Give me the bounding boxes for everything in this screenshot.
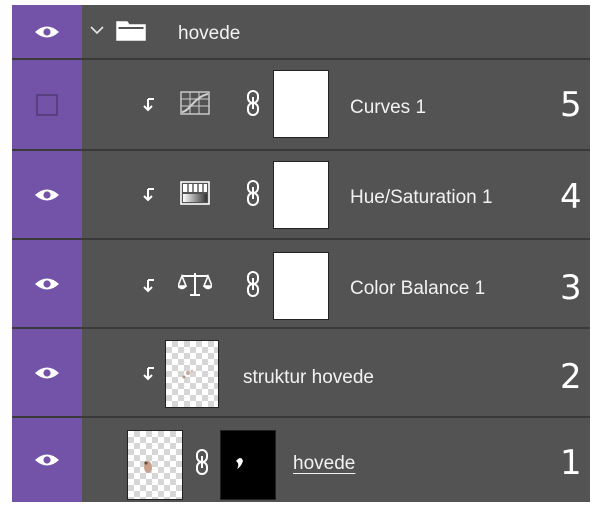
layer-mask-thumbnail[interactable] <box>220 430 276 500</box>
visibility-toggle-hovede[interactable] <box>12 418 82 502</box>
link-icon <box>247 90 259 116</box>
layer-name: struktur hovede <box>243 367 374 388</box>
layer-number: 1 <box>560 443 582 483</box>
layer-name: Curves 1 <box>350 97 427 118</box>
layer-row-hue-saturation[interactable]: Hue/Saturation 1 4 <box>12 149 590 238</box>
clip-arrow-icon <box>143 279 154 293</box>
layer-number: 3 <box>560 268 582 308</box>
layer-mask-thumbnail[interactable] <box>273 252 329 320</box>
layer-group-row[interactable]: hovede <box>12 5 590 58</box>
clip-arrow-icon <box>143 98 154 112</box>
chevron-down-icon[interactable] <box>89 22 105 38</box>
layer-mask-thumbnail[interactable] <box>273 70 329 138</box>
layer-number: 4 <box>560 177 582 217</box>
layer-name: hovede <box>293 453 356 474</box>
eye-icon <box>35 454 59 466</box>
group-visibility-toggle[interactable] <box>12 5 82 58</box>
layer-row-struktur-hovede[interactable]: struktur hovede 2 <box>12 327 590 416</box>
layer-name: Hue/Saturation 1 <box>350 187 493 208</box>
group-name: hovede <box>178 23 241 44</box>
texture-speck-icon <box>182 369 194 379</box>
layer-mask-thumbnail[interactable] <box>273 161 329 229</box>
layer-number: 2 <box>560 357 582 397</box>
clip-arrow-icon <box>143 367 154 381</box>
link-icon <box>247 180 259 206</box>
clip-arrow-icon <box>143 188 154 202</box>
visibility-toggle-struktur-hovede[interactable] <box>12 329 82 416</box>
eye-icon <box>35 26 59 37</box>
visibility-toggle-curves[interactable] <box>12 60 82 149</box>
layers-panel: hovede Curves 1 5 Hue/Saturation 1 4 Col… <box>12 5 590 502</box>
eye-icon <box>35 189 59 200</box>
link-icon <box>196 449 208 475</box>
empty-visibility-box <box>36 93 58 116</box>
link-icon <box>247 271 259 297</box>
layer-row-color-balance[interactable]: Color Balance 1 3 <box>12 238 590 327</box>
layer-number: 5 <box>560 85 582 125</box>
visibility-toggle-color-balance[interactable] <box>12 240 82 327</box>
eye-icon <box>35 367 59 378</box>
eye-icon <box>35 278 59 289</box>
curves-adjustment-icon <box>180 91 210 115</box>
folder-icon <box>116 21 146 41</box>
head-texture-icon <box>144 461 152 473</box>
layer-name: Color Balance 1 <box>350 278 486 299</box>
mask-shape-icon <box>236 458 243 469</box>
layer-thumbnail[interactable] <box>165 340 219 408</box>
layer-row-hovede[interactable]: hovede 1 <box>12 416 590 502</box>
color-balance-adjustment-icon <box>178 273 212 296</box>
visibility-toggle-hue-saturation[interactable] <box>12 151 82 238</box>
hue-saturation-adjustment-icon <box>180 181 210 205</box>
layer-thumbnail[interactable] <box>127 430 183 500</box>
layer-row-curves[interactable]: Curves 1 5 <box>12 58 590 149</box>
